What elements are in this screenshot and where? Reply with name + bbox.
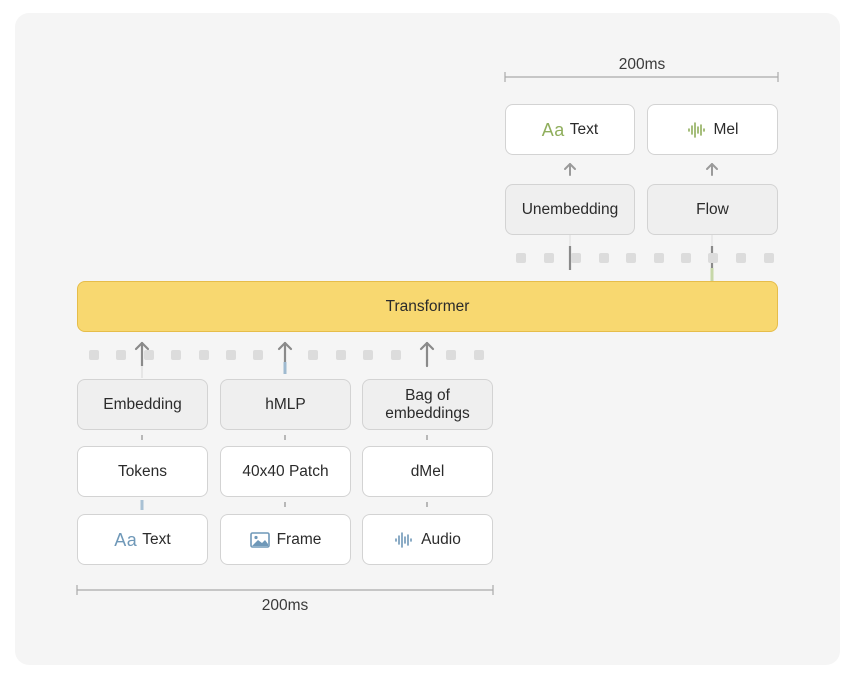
up-arrow-icon (564, 163, 576, 176)
token-dot (736, 253, 746, 263)
text-aa-icon: Aa (114, 529, 138, 550)
token-dot (171, 350, 181, 360)
top-duration-label: 200ms (618, 56, 666, 73)
hmlp-box: hMLP (220, 379, 351, 430)
token-dot (446, 350, 456, 360)
waveform-icon (687, 121, 707, 138)
token-dot (516, 253, 526, 263)
diagram-connectors (76, 72, 779, 595)
embedding-box: Embedding (77, 379, 208, 430)
token-dot (199, 350, 209, 360)
output-text-box: Aa Text (505, 104, 635, 155)
dmel-box: dMel (362, 446, 493, 497)
bottom-duration-label: 200ms (261, 597, 309, 614)
token-dot (253, 350, 263, 360)
transformer-block: Transformer (77, 281, 778, 332)
token-dot (681, 253, 691, 263)
image-icon (249, 531, 270, 548)
up-arrow-icon (419, 341, 435, 368)
token-dot (599, 253, 609, 263)
text-aa-icon: Aa (541, 119, 565, 140)
output-mel-box: Mel (647, 104, 778, 155)
token-dot (116, 350, 126, 360)
patch-box: 40x40 Patch (220, 446, 351, 497)
token-dot (226, 350, 236, 360)
token-dot (144, 350, 154, 360)
token-dot (89, 350, 99, 360)
output-text-label: Text (569, 120, 599, 138)
waveform-icon (394, 531, 414, 548)
input-audio-box: Audio (362, 514, 493, 565)
token-dot (363, 350, 373, 360)
token-dot (544, 253, 554, 263)
token-dot (626, 253, 636, 263)
input-audio-label: Audio (421, 530, 461, 548)
tokens-box: Tokens (77, 446, 208, 497)
token-dot (336, 350, 346, 360)
bottom-duration-bracket (76, 585, 494, 595)
token-dot (654, 253, 664, 263)
token-dot (474, 350, 484, 360)
token-dot (308, 350, 318, 360)
input-text-box: Aa Text (77, 514, 208, 565)
unembedding-box: Unembedding (505, 184, 635, 235)
flow-box: Flow (647, 184, 778, 235)
input-frame-label: Frame (276, 530, 322, 548)
bag-of-embeddings-box: Bag of embeddings (362, 379, 493, 430)
token-dot (391, 350, 401, 360)
token-dot (571, 253, 581, 263)
token-dot (708, 253, 718, 263)
input-text-label: Text (142, 530, 171, 548)
up-arrow-icon (706, 163, 718, 176)
input-frame-box: Frame (220, 514, 351, 565)
token-dot (764, 253, 774, 263)
output-mel-label: Mel (713, 120, 739, 138)
